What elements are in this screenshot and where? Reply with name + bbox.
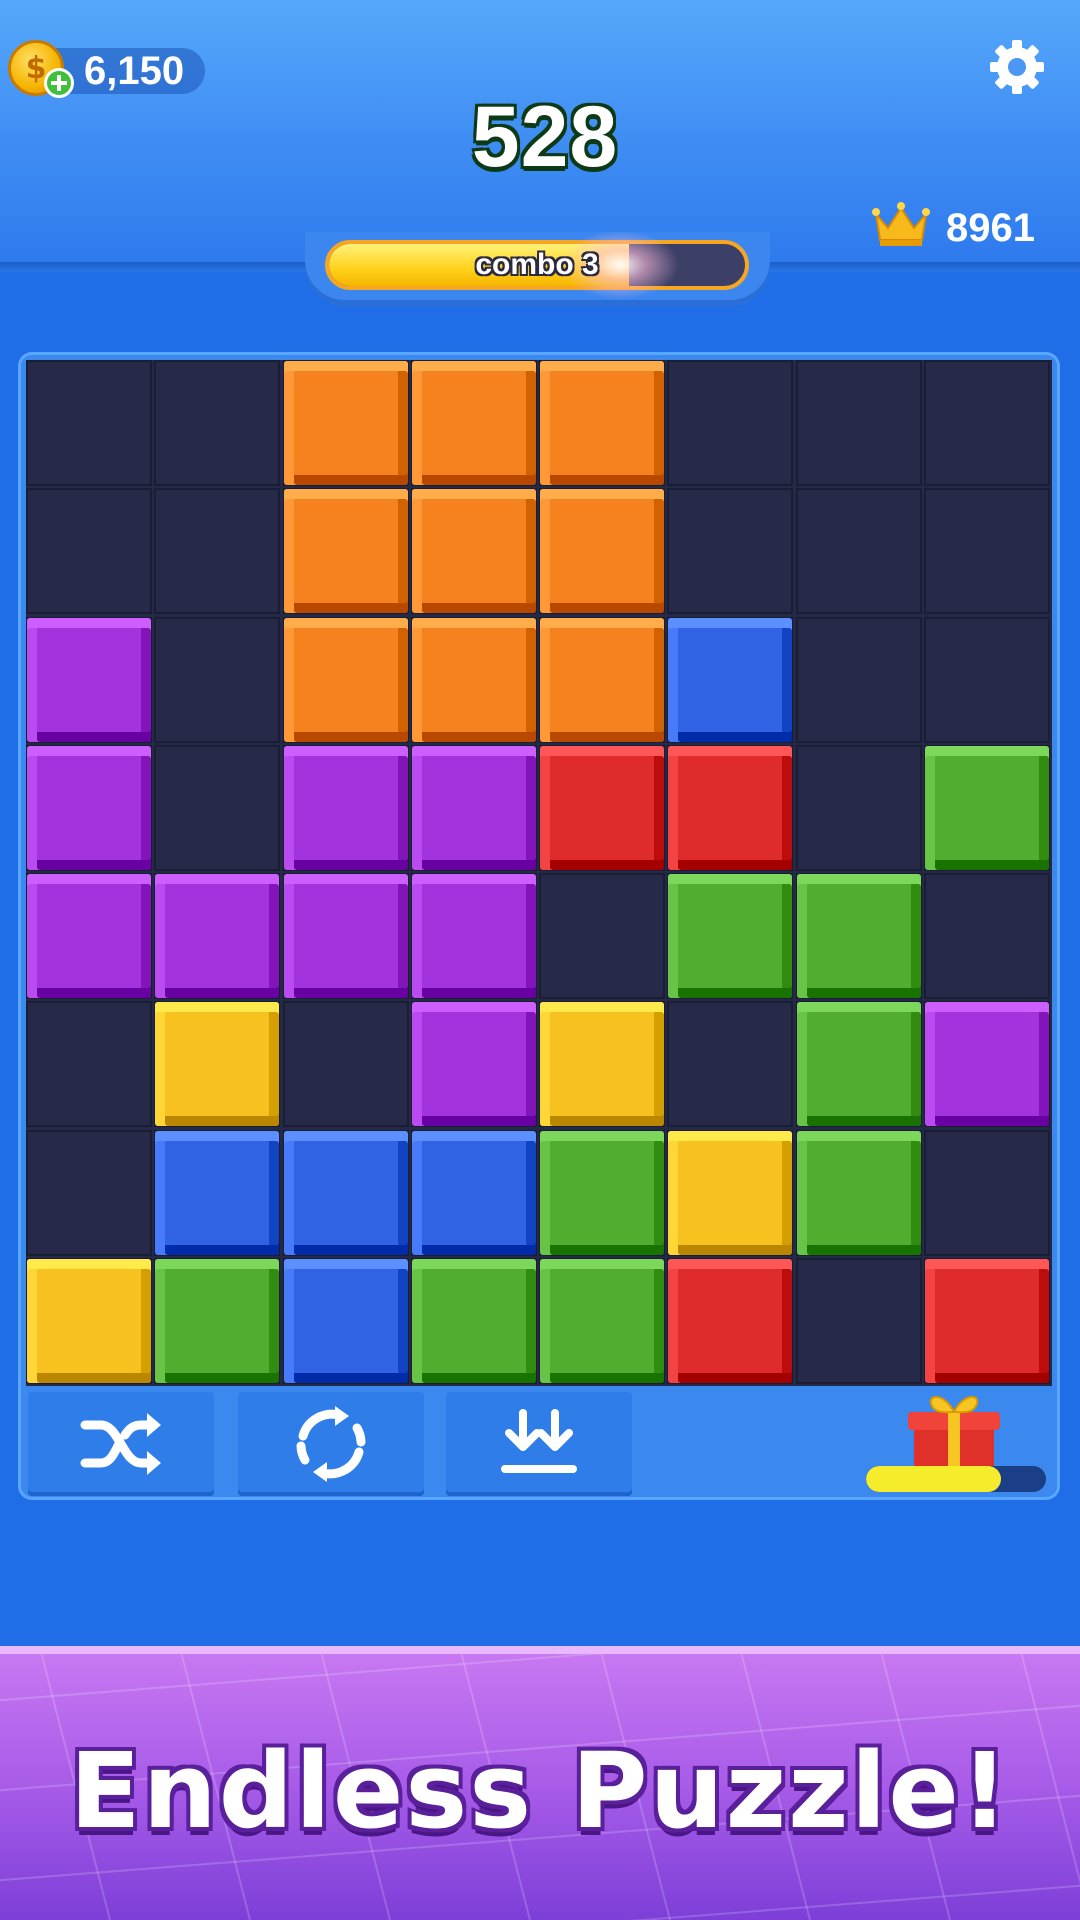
block-tile (540, 1259, 664, 1383)
board-cell[interactable] (154, 745, 280, 871)
gift-icon[interactable] (904, 1388, 1004, 1476)
block-tile (284, 361, 408, 485)
block-tile (412, 1002, 536, 1126)
block-tile (284, 874, 408, 998)
drop-button[interactable] (446, 1392, 632, 1496)
banner-title: Endless Puzzle! (69, 1730, 1011, 1852)
block-tile (797, 874, 921, 998)
board-cell[interactable] (667, 488, 793, 614)
game-board[interactable] (26, 360, 1052, 1386)
block-tile (412, 1131, 536, 1255)
block-tile (540, 1131, 664, 1255)
block-tile (155, 1259, 279, 1383)
block-tile (155, 1002, 279, 1126)
block-tile (925, 1259, 1049, 1383)
block-tile (412, 1259, 536, 1383)
board-cell[interactable] (539, 873, 665, 999)
block-tile (540, 618, 664, 742)
board-cell[interactable] (796, 360, 922, 486)
board-cell[interactable] (924, 360, 1050, 486)
board-cell[interactable] (283, 1001, 409, 1127)
block-tile (27, 746, 151, 870)
shuffle-button[interactable] (28, 1392, 214, 1496)
block-tile (668, 1259, 792, 1383)
board-cell[interactable] (796, 1258, 922, 1384)
board-cell[interactable] (154, 488, 280, 614)
board-cell[interactable] (667, 1001, 793, 1127)
board-cell[interactable] (26, 360, 152, 486)
block-tile (284, 618, 408, 742)
block-tile (155, 874, 279, 998)
block-tile (668, 618, 792, 742)
block-tile (27, 618, 151, 742)
board-cell[interactable] (924, 1130, 1050, 1256)
block-tile (284, 746, 408, 870)
block-tile (668, 1131, 792, 1255)
block-tile (925, 746, 1049, 870)
block-tile (155, 1131, 279, 1255)
block-tile (540, 489, 664, 613)
promo-banner: Endless Puzzle! (0, 1648, 1080, 1920)
block-tile (540, 1002, 664, 1126)
block-tile (284, 489, 408, 613)
combo-label: combo 3 (475, 248, 599, 281)
block-tile (412, 489, 536, 613)
block-tile (540, 361, 664, 485)
block-tile (797, 1002, 921, 1126)
board-cell[interactable] (26, 1001, 152, 1127)
block-tile (797, 1131, 921, 1255)
block-tile (668, 874, 792, 998)
shuffle-icon (80, 1413, 161, 1475)
current-score: 528 (471, 89, 619, 185)
block-tile (668, 746, 792, 870)
rotate-button[interactable] (238, 1392, 424, 1496)
crown-icon (872, 202, 930, 246)
board-cell[interactable] (796, 745, 922, 871)
board-cell[interactable] (154, 360, 280, 486)
block-tile (284, 1259, 408, 1383)
board-cell[interactable] (924, 617, 1050, 743)
board-cell[interactable] (154, 617, 280, 743)
banner-divider (0, 1646, 1080, 1654)
board-cell[interactable] (924, 488, 1050, 614)
block-tile (27, 1259, 151, 1383)
gift-progress-bar (866, 1466, 1046, 1492)
block-tile (412, 618, 536, 742)
board-cell[interactable] (26, 1130, 152, 1256)
gift-progress-fill (866, 1466, 1001, 1492)
block-tile (284, 1131, 408, 1255)
board-cell[interactable] (667, 360, 793, 486)
rotate-icon (296, 1406, 366, 1482)
drop-down-icon (501, 1409, 577, 1473)
board-cell[interactable] (924, 873, 1050, 999)
board-cell[interactable] (26, 488, 152, 614)
block-tile (412, 746, 536, 870)
block-tile (412, 361, 536, 485)
block-tile (925, 1002, 1049, 1126)
best-score: 8961 (946, 206, 1035, 250)
block-tile (540, 746, 664, 870)
board-cell[interactable] (796, 617, 922, 743)
block-tile (27, 874, 151, 998)
block-tile (412, 874, 536, 998)
board-cell[interactable] (796, 488, 922, 614)
